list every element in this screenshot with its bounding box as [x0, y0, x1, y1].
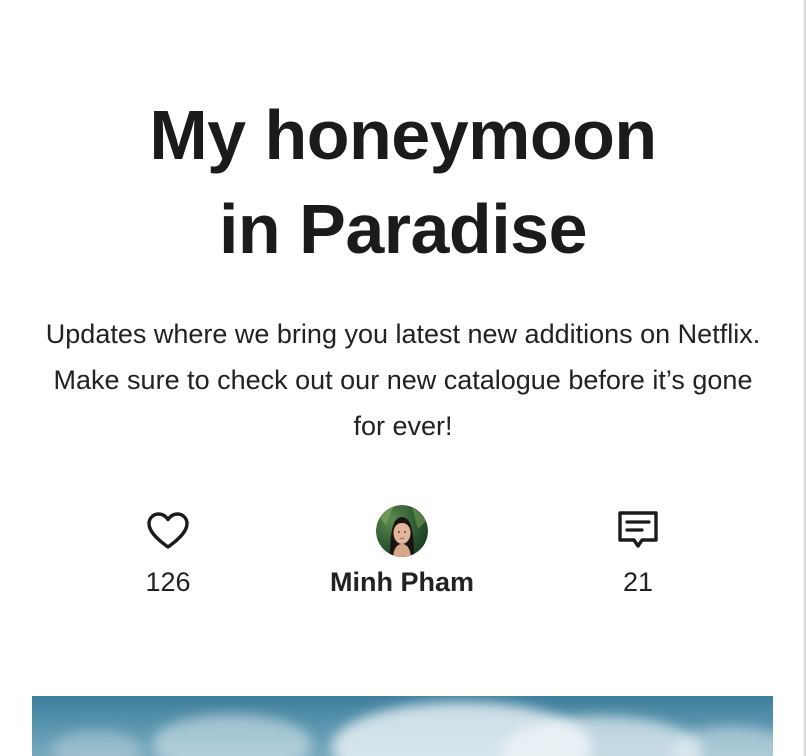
comments-stat[interactable]: 21	[538, 502, 738, 602]
page-title: My honeymoon in Paradise	[0, 88, 806, 276]
avatar[interactable]	[376, 505, 428, 557]
title-line-2: in Paradise	[218, 190, 588, 268]
comments-count: 21	[622, 567, 654, 597]
author-stat[interactable]: Minh Pham	[302, 502, 502, 602]
cloud-shape	[52, 730, 142, 756]
likes-count: 126	[145, 567, 191, 597]
author-name[interactable]: Minh Pham	[302, 562, 502, 602]
cloud-shape	[672, 726, 773, 756]
comment-icon[interactable]	[615, 509, 661, 553]
cover-image	[32, 696, 773, 756]
title-line-1: My honeymoon	[149, 96, 657, 174]
cloud-shape	[152, 714, 312, 756]
likes-stat[interactable]: 126	[68, 502, 268, 602]
post-description: Updates where we bring you latest new ad…	[45, 319, 761, 441]
heart-icon[interactable]	[146, 511, 190, 551]
